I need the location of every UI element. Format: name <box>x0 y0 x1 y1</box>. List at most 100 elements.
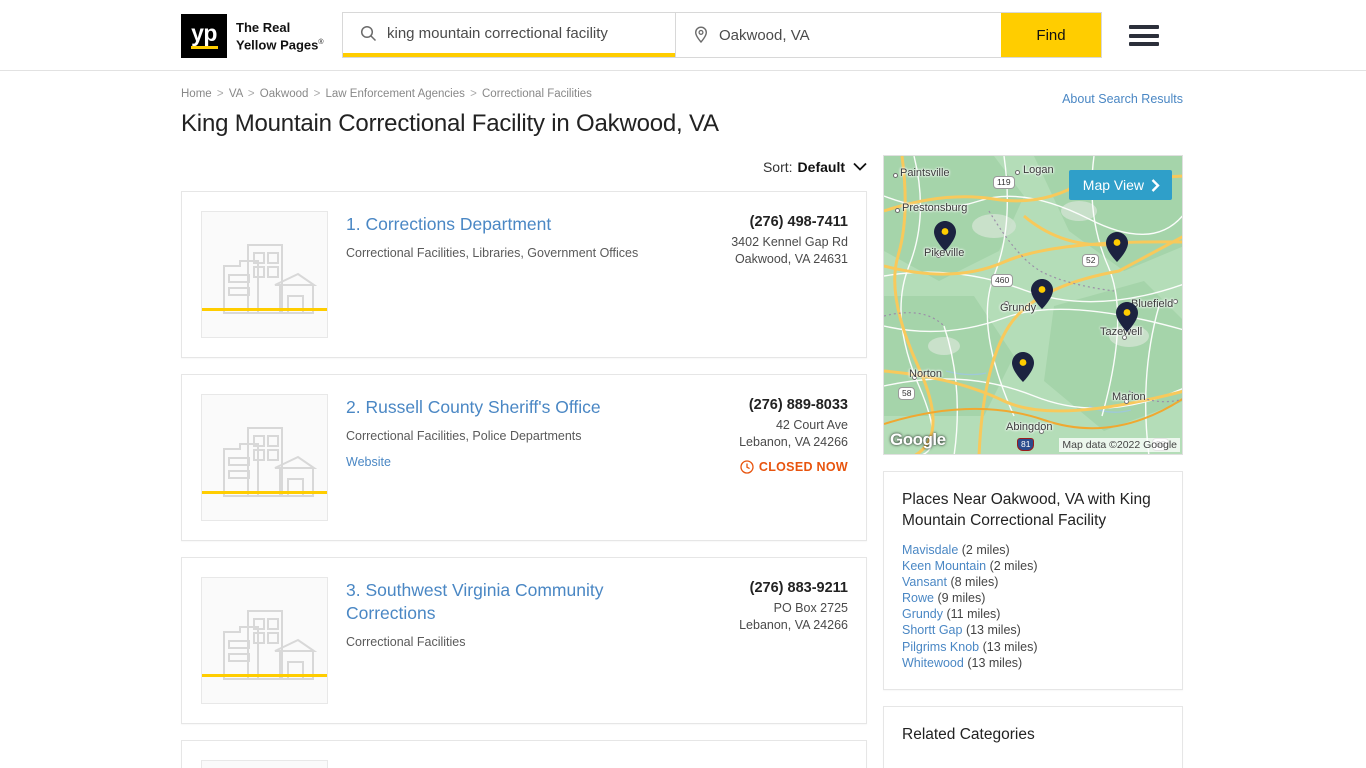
business-name: Russell County Sheriff's Office <box>365 397 601 417</box>
place-distance: (2 miles) <box>989 559 1038 574</box>
phone-number[interactable]: (276) 889-8033 <box>663 397 848 413</box>
map-pin[interactable] <box>1116 302 1138 337</box>
phone-number[interactable]: (276) 498-7411 <box>663 214 848 230</box>
result-card[interactable]: 1. Corrections Department Correctional F… <box>181 191 867 358</box>
related-categories-panel: Related Categories <box>883 705 1183 768</box>
list-item: Mavisdale (2 miles) <box>902 542 1164 558</box>
menu-icon-bar <box>1129 42 1159 46</box>
result-rank: 2. <box>346 397 361 417</box>
route-shield-52: 52 <box>1082 254 1100 267</box>
listing-thumbnail-placeholder <box>201 394 328 521</box>
listing-contact: (276) 498-7411 3402 Kennel Gap Rd Oakwoo… <box>663 211 848 338</box>
places-near-list: Mavisdale (2 miles) Keen Mountain (2 mil… <box>902 542 1164 671</box>
breadcrumb-item-correctional-facilities[interactable]: Correctional Facilities <box>482 88 592 100</box>
place-distance: (11 miles) <box>946 607 1001 622</box>
route-shield-58: 58 <box>898 387 916 400</box>
business-name-link[interactable]: 1. Corrections Department <box>346 213 663 236</box>
breadcrumb-item-law-enforcement-agencies[interactable]: Law Enforcement Agencies <box>326 88 465 100</box>
menu-icon-bar <box>1129 25 1159 29</box>
map-view-label: Map View <box>1082 177 1144 193</box>
site-header: yp The Real Yellow Pages® Find <box>0 0 1366 71</box>
listing-info <box>328 760 663 768</box>
sort-label: Sort: <box>762 159 793 175</box>
yp-logo-mark: yp <box>181 14 227 58</box>
status-badge: CLOSED NOW <box>663 460 848 474</box>
result-card[interactable] <box>181 740 867 768</box>
place-link[interactable]: Vansant <box>902 575 947 589</box>
chevron-down-icon <box>853 158 867 176</box>
location-pin-icon <box>694 26 708 44</box>
map-label-marion: Marion <box>1112 391 1146 403</box>
place-link[interactable]: Shortt Gap <box>902 623 962 637</box>
find-button[interactable]: Find <box>1001 13 1101 57</box>
search-input[interactable] <box>387 24 675 42</box>
about-search-results-link[interactable]: About Search Results <box>1062 92 1183 106</box>
two-column-layout: Sort: Default 1. Corrections Department … <box>181 155 1183 768</box>
yp-logo-underline <box>190 46 218 49</box>
business-categories: Correctional Facilities <box>346 635 466 649</box>
place-link[interactable]: Mavisdale <box>902 543 958 557</box>
place-link[interactable]: Grundy <box>902 607 943 621</box>
breadcrumb-separator: > <box>216 88 224 100</box>
page-title: King Mountain Correctional Facility in O… <box>181 110 719 137</box>
building-placeholder-icon <box>223 427 318 497</box>
result-rank: 3. <box>346 580 361 600</box>
thumbnail-accent-bar <box>202 491 327 494</box>
address-line-1: 3402 Kennel Gap Rd <box>731 235 848 249</box>
logo-tagline-line2: Yellow Pages® <box>236 37 324 53</box>
result-card[interactable]: 3. Southwest Virginia Community Correcti… <box>181 557 867 724</box>
map-label-abingdon: Abingdon <box>1006 421 1053 433</box>
listing-contact: (276) 889-8033 42 Court Ave Lebanon, VA … <box>663 394 848 521</box>
place-link[interactable]: Keen Mountain <box>902 559 986 573</box>
listing-info: 2. Russell County Sheriff's Office Corre… <box>328 394 663 521</box>
thumbnail-accent-bar <box>202 308 327 311</box>
listing-contact: (276) 883-9211 PO Box 2725 Lebanon, VA 2… <box>663 577 848 704</box>
chevron-right-icon <box>1151 178 1160 192</box>
map-pin[interactable] <box>934 221 956 256</box>
result-card[interactable]: 2. Russell County Sheriff's Office Corre… <box>181 374 867 541</box>
breadcrumb-item-home[interactable]: Home <box>181 88 212 100</box>
map-preview[interactable]: Paintsville Logan Prestonsburg Pikeville… <box>883 155 1183 455</box>
yp-logo-text: yp <box>191 20 217 46</box>
business-categories: Correctional Facilities, Libraries, Gove… <box>346 246 639 260</box>
place-link[interactable]: Whitewood <box>902 656 964 670</box>
search-location-field[interactable] <box>675 13 1001 57</box>
list-item: Keen Mountain (2 miles) <box>902 558 1164 574</box>
map-label-prestonsburg: Prestonsburg <box>902 202 968 214</box>
logo-tagline-line1: The Real <box>236 19 291 35</box>
breadcrumb: Home > VA > Oakwood > Law Enforcement Ag… <box>181 88 1183 100</box>
list-item: Vansant (8 miles) <box>902 574 1164 590</box>
list-item: Grundy (11 miles) <box>902 606 1164 622</box>
map-label-norton: Norton <box>909 368 943 380</box>
business-categories: Correctional Facilities, Police Departme… <box>346 429 582 443</box>
content-wrapper: Home > VA > Oakwood > Law Enforcement Ag… <box>181 88 1183 768</box>
map-pin[interactable] <box>1106 232 1128 267</box>
listing-thumbnail-placeholder <box>201 211 328 338</box>
place-link[interactable]: Pilgrims Knob <box>902 640 979 654</box>
website-link[interactable]: Website <box>346 455 391 469</box>
search-term-field[interactable] <box>343 13 675 57</box>
business-name: Southwest Virginia Community Corrections <box>346 580 604 623</box>
menu-icon[interactable] <box>1129 25 1159 46</box>
place-link[interactable]: Rowe <box>902 591 934 605</box>
site-logo[interactable]: yp The Real Yellow Pages® <box>181 14 324 58</box>
sort-control[interactable]: Sort: Default <box>181 155 867 179</box>
list-item: Shortt Gap (13 miles) <box>902 622 1164 638</box>
business-name: Corrections Department <box>365 214 552 234</box>
map-city-dot <box>1015 170 1020 175</box>
business-name-link[interactable]: 3. Southwest Virginia Community Correcti… <box>346 579 663 625</box>
map-view-button[interactable]: Map View <box>1068 170 1172 200</box>
sidebar-column: Paintsville Logan Prestonsburg Pikeville… <box>883 155 1183 768</box>
route-shield-i81: 81 <box>1017 438 1035 451</box>
clock-icon <box>740 460 754 474</box>
map-pin[interactable] <box>1012 352 1034 387</box>
map-pin[interactable] <box>1031 279 1053 314</box>
business-name-link[interactable]: 2. Russell County Sheriff's Office <box>346 396 663 419</box>
breadcrumb-item-va[interactable]: VA <box>229 88 243 100</box>
places-near-panel: Places Near Oakwood, VA with King Mounta… <box>883 471 1183 690</box>
search-bar: Find <box>342 12 1102 58</box>
breadcrumb-item-oakwood[interactable]: Oakwood <box>260 88 309 100</box>
map-city-dot <box>893 173 898 178</box>
phone-number[interactable]: (276) 883-9211 <box>663 580 848 596</box>
location-input[interactable] <box>719 26 1001 44</box>
